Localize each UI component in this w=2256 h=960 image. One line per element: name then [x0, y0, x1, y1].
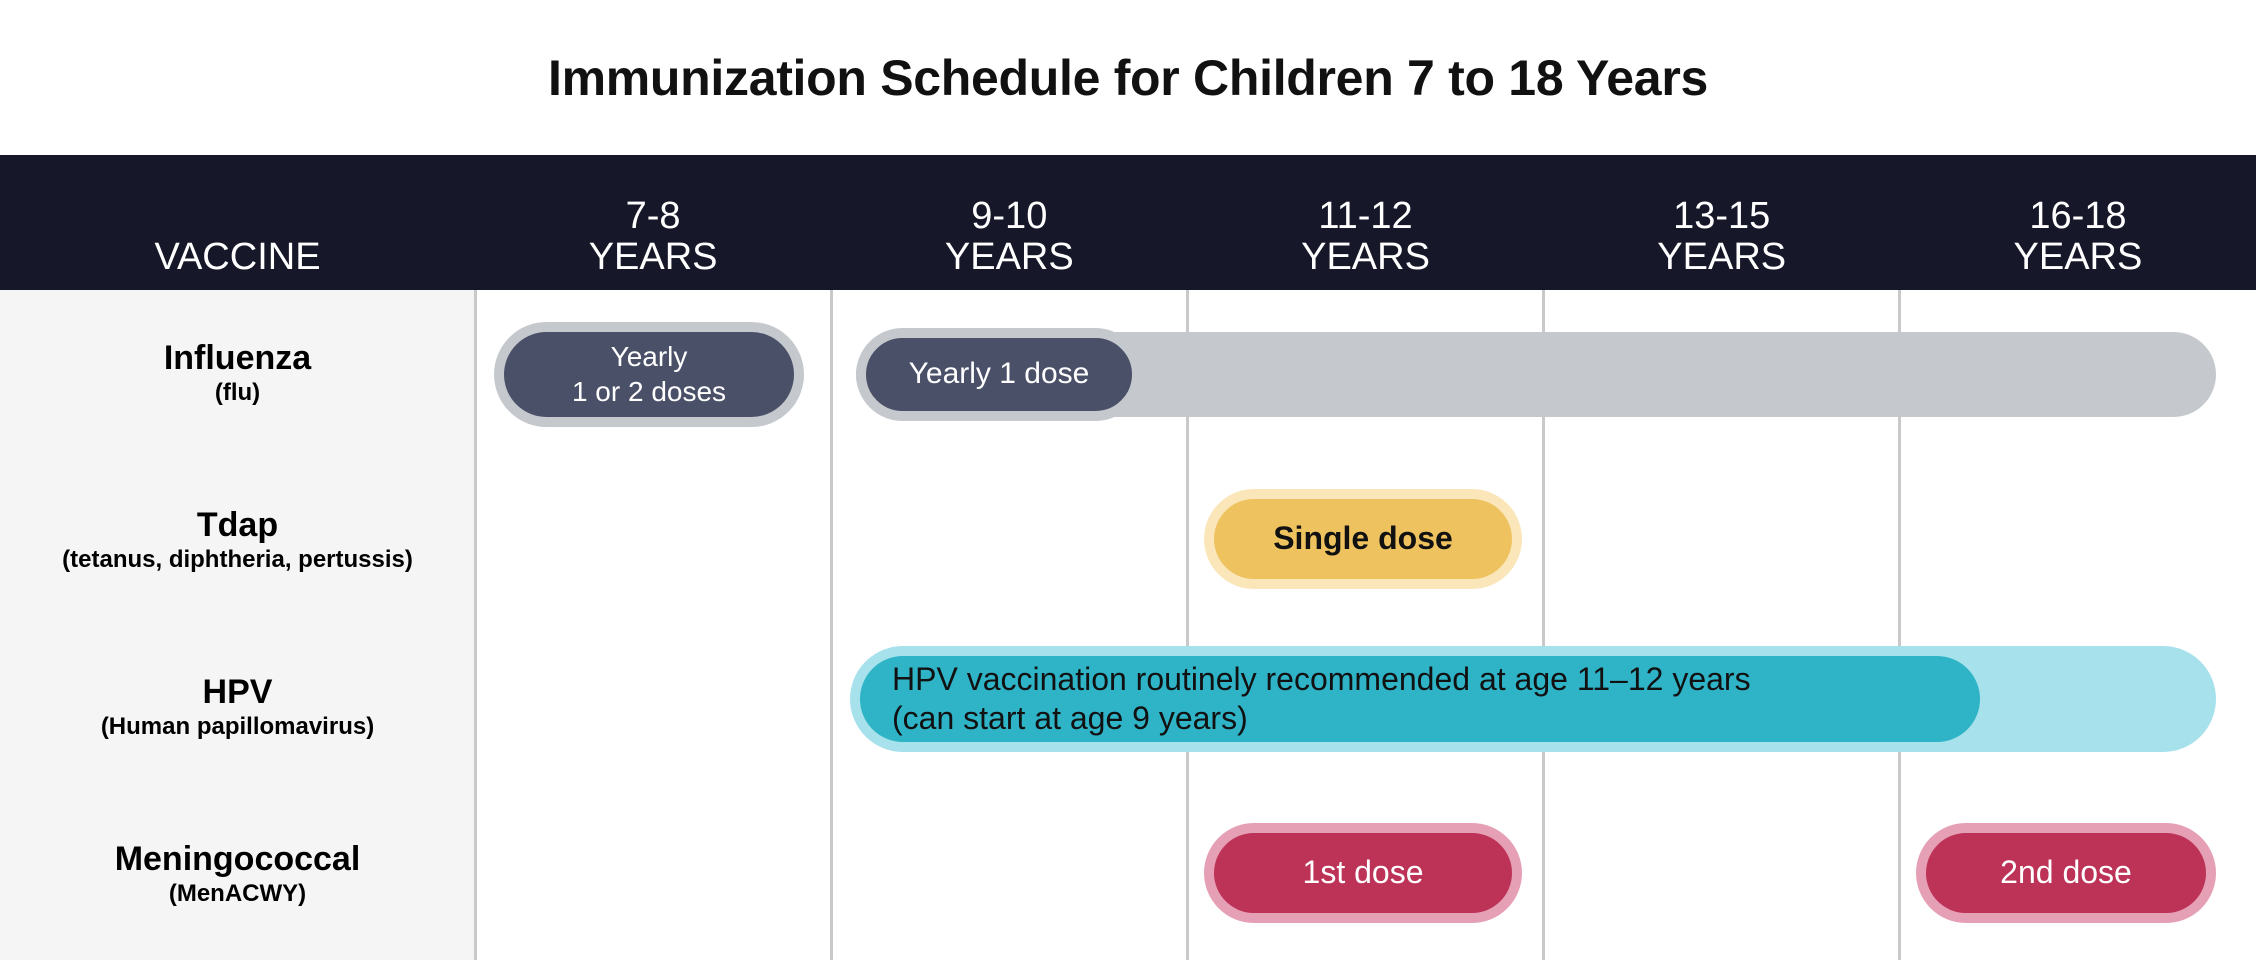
vaccine-name: Tdap — [196, 506, 279, 545]
header-age-unit-0: YEARS — [588, 235, 718, 278]
vaccine-subtitle: (flu) — [214, 379, 261, 407]
header-cell-age-7-8: 7-8 YEARS — [475, 155, 831, 290]
vaccine-subtitle: (tetanus, diphtheria, pertussis) — [62, 546, 413, 574]
tdap-dose-label-11-12: Single dose — [1273, 520, 1453, 557]
influenza-dose-label-7-8: Yearly 1 or 2 doses — [571, 341, 727, 407]
vaccine-label-hpv: HPV (Human papillomavirus) — [0, 624, 475, 791]
header-age-unit-3: YEARS — [1657, 235, 1787, 278]
vaccine-label-meningococcal: Meningococcal (MenACWY) — [0, 791, 475, 958]
hpv-recommendation-label: HPV vaccination routinely recommended at… — [892, 660, 1751, 736]
header-cell-age-11-12: 11-12 YEARS — [1187, 155, 1543, 290]
vaccine-name: Meningococcal — [114, 840, 361, 879]
table-header-row: VACCINE 7-8 YEARS 9-10 YEARS 11-12 YEARS… — [0, 155, 2256, 290]
meningococcal-dose-label-16-18: 2nd dose — [2000, 854, 2132, 891]
vaccine-name: HPV — [202, 673, 273, 712]
header-cell-age-16-18: 16-18 YEARS — [1900, 155, 2256, 290]
header-age-range-1: 9-10 — [971, 194, 1048, 237]
header-age-range-0: 7-8 — [625, 194, 681, 237]
influenza-dose-pill-9-10[interactable]: Yearly 1 dose — [856, 328, 1142, 421]
header-age-unit-2: YEARS — [1301, 235, 1430, 278]
vaccine-label-influenza: Influenza (flu) — [0, 290, 475, 457]
influenza-dose-pill-7-8[interactable]: Yearly 1 or 2 doses — [494, 322, 804, 427]
table-row: Meningococcal (MenACWY) 1st dose 2nd dos… — [0, 791, 2256, 958]
vaccine-label-tdap: Tdap (tetanus, diphtheria, pertussis) — [0, 457, 475, 624]
meningococcal-dose-pill-16-18[interactable]: 2nd dose — [1916, 823, 2216, 923]
header-age-unit-4: YEARS — [2013, 235, 2143, 278]
page-title: Immunization Schedule for Children 7 to … — [548, 49, 1708, 106]
table-row: Tdap (tetanus, diphtheria, pertussis) Si… — [0, 457, 2256, 624]
table-row: Influenza (flu) Yearly 1 or 2 doses Year… — [0, 290, 2256, 457]
meningococcal-dose-label-11-12: 1st dose — [1302, 854, 1424, 891]
vaccine-subtitle: (MenACWY) — [168, 880, 307, 908]
header-cell-age-13-15: 13-15 YEARS — [1544, 155, 1900, 290]
hpv-recommendation-bar[interactable]: HPV vaccination routinely recommended at… — [850, 646, 1990, 752]
immunization-schedule-chart: Immunization Schedule for Children 7 to … — [0, 0, 2256, 960]
influenza-dose-label-9-10: Yearly 1 dose — [908, 357, 1090, 391]
header-age-unit-1: YEARS — [944, 235, 1074, 278]
tdap-dose-pill-11-12[interactable]: Single dose — [1204, 489, 1522, 589]
chart-title-bar: Immunization Schedule for Children 7 to … — [0, 0, 2256, 155]
table-body: Influenza (flu) Yearly 1 or 2 doses Year… — [0, 290, 2256, 960]
header-label-vaccine: VACCINE — [154, 235, 321, 278]
header-age-range-3: 13-15 — [1673, 194, 1771, 237]
header-cell-vaccine: VACCINE — [0, 155, 475, 290]
vaccine-name: Influenza — [163, 339, 312, 378]
header-age-range-2: 11-12 — [1318, 194, 1413, 237]
header-age-range-4: 16-18 — [2029, 194, 2127, 237]
header-cell-age-9-10: 9-10 YEARS — [831, 155, 1187, 290]
vaccine-subtitle: (Human papillomavirus) — [100, 713, 375, 741]
meningococcal-dose-pill-11-12[interactable]: 1st dose — [1204, 823, 1522, 923]
table-row: HPV (Human papillomavirus) HPV vaccinati… — [0, 624, 2256, 791]
